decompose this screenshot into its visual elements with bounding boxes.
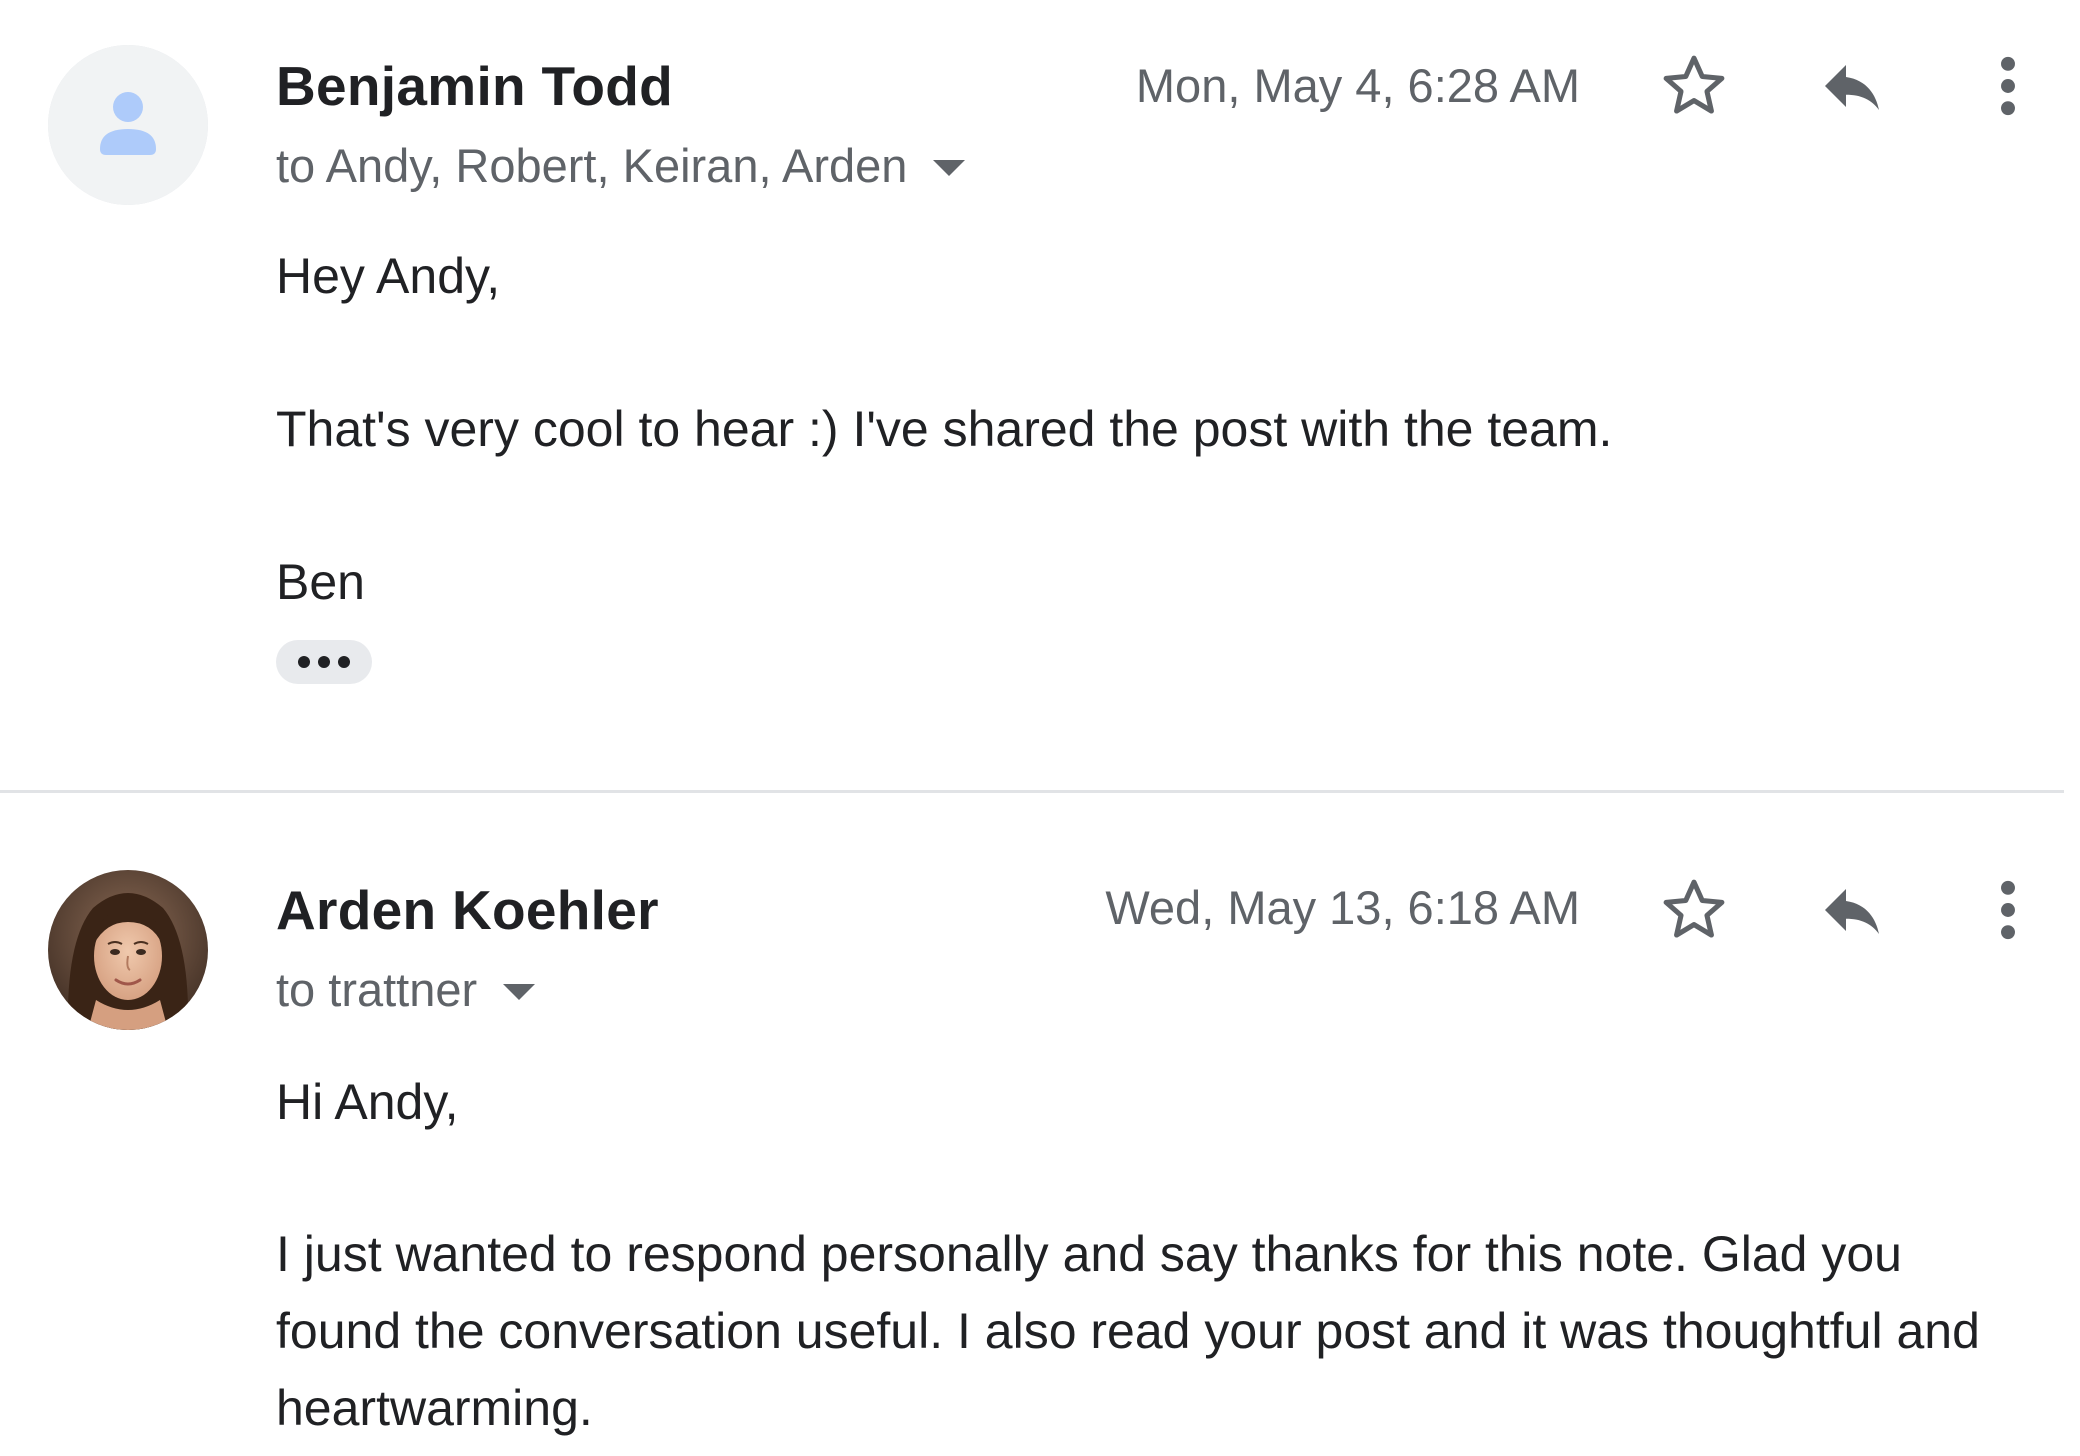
ellipsis-dot <box>318 656 330 668</box>
star-outline-icon <box>1663 879 1725 938</box>
sender-avatar[interactable] <box>48 45 208 205</box>
reply-button[interactable] <box>1810 44 1894 128</box>
ellipsis-dot <box>338 656 350 668</box>
sender-name[interactable]: Benjamin Todd <box>276 54 673 118</box>
recipients-line[interactable]: to trattner <box>276 962 536 1017</box>
star-outline-icon <box>1663 55 1725 114</box>
sender-avatar[interactable] <box>48 870 208 1030</box>
reply-arrow-icon <box>1825 889 1879 934</box>
reply-button[interactable] <box>1810 868 1894 952</box>
recipients-text: to Andy, Robert, Keiran, Arden <box>276 139 908 192</box>
more-options-button[interactable] <box>1968 868 2048 952</box>
star-button[interactable] <box>1652 44 1736 128</box>
email-message: Arden Koehler to trattner Wed, May 13, 6… <box>0 792 2080 1456</box>
caret-down-icon[interactable] <box>503 983 536 1000</box>
star-button[interactable] <box>1652 868 1736 952</box>
sender-name[interactable]: Arden Koehler <box>276 878 659 942</box>
recipients-line[interactable]: to Andy, Robert, Keiran, Arden <box>276 138 966 193</box>
more-vertical-icon <box>2001 56 2015 116</box>
message-greeting: Hi Andy, <box>276 1074 459 1130</box>
email-message: Benjamin Todd to Andy, Robert, Keiran, A… <box>0 0 2080 792</box>
more-options-button[interactable] <box>1968 44 2048 128</box>
caret-down-icon[interactable] <box>933 159 966 176</box>
message-signature: Ben <box>276 554 365 610</box>
more-vertical-icon <box>2001 880 2015 940</box>
message-greeting: Hey Andy, <box>276 248 501 304</box>
recipients-text: to trattner <box>276 963 478 1016</box>
show-trimmed-content-button[interactable] <box>276 640 372 684</box>
profile-photo <box>48 870 208 1030</box>
ellipsis-dot <box>298 656 310 668</box>
message-body: I just wanted to respond personally and … <box>276 1226 1980 1436</box>
default-person-icon <box>48 45 208 205</box>
message-timestamp: Mon, May 4, 6:28 AM <box>1135 59 1580 112</box>
reply-arrow-icon <box>1825 65 1879 110</box>
message-timestamp: Wed, May 13, 6:18 AM <box>1105 881 1580 934</box>
message-body: That's very cool to hear :) I've shared … <box>276 401 1613 457</box>
